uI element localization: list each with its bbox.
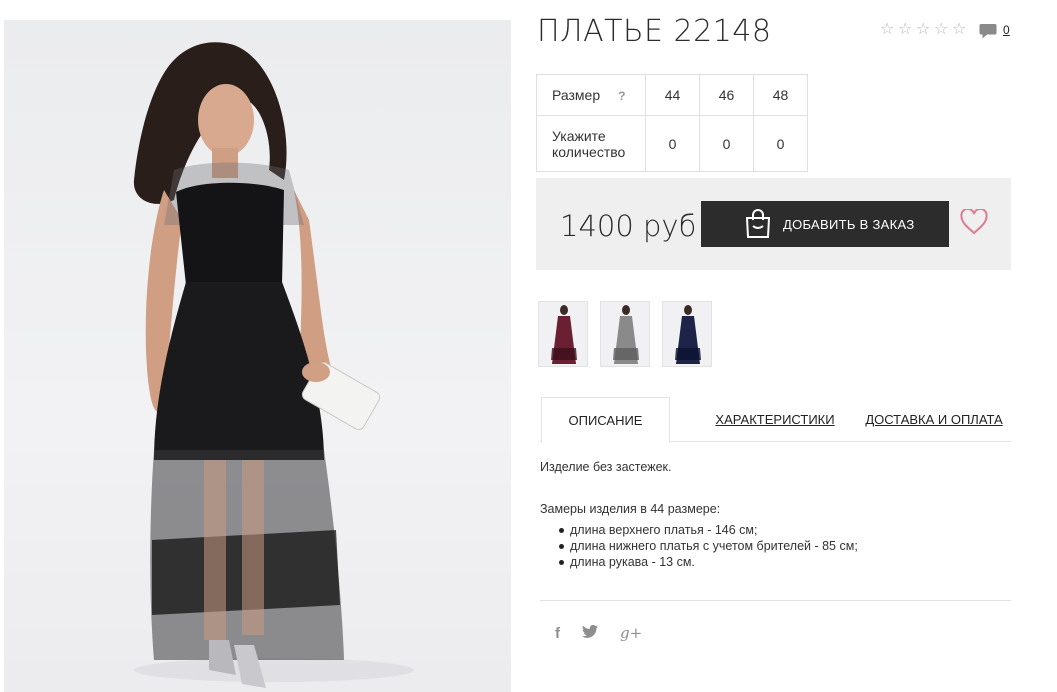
- product-title: ПЛАТЬЕ 22148: [537, 14, 772, 49]
- quantity-label-line1: Укажите: [552, 127, 606, 144]
- comments-link[interactable]: 0: [979, 23, 1010, 40]
- price-box: 1400 руб ДОБАВИТЬ В ЗАКАЗ: [536, 178, 1011, 270]
- facebook-icon[interactable]: f: [555, 625, 560, 642]
- price: 1400 руб: [560, 209, 697, 243]
- google-plus-icon[interactable]: g+: [620, 624, 642, 642]
- heart-icon[interactable]: [960, 209, 988, 235]
- measurements-list: длина верхнего платья - 146 см; длина ни…: [540, 522, 1010, 570]
- star-icon[interactable]: ☆: [934, 22, 950, 38]
- description-panel: Изделие без застежек. Замеры изделия в 4…: [540, 460, 1010, 570]
- twitter-icon[interactable]: [582, 624, 598, 642]
- add-to-order-button[interactable]: ДОБАВИТЬ В ЗАКАЗ: [701, 201, 949, 247]
- add-to-order-label: ДОБАВИТЬ В ЗАКАЗ: [783, 216, 915, 232]
- size-option[interactable]: 44: [645, 74, 700, 116]
- size-help-icon[interactable]: ?: [618, 89, 625, 103]
- quantity-input[interactable]: 0: [645, 115, 700, 172]
- star-icon[interactable]: ☆: [880, 22, 896, 38]
- size-quantity-table: Размер? 44 46 48 Укажите количество 0 0 …: [536, 74, 808, 172]
- list-item: длина рукава - 13 см.: [559, 554, 1010, 570]
- rating-stars[interactable]: ☆ ☆ ☆ ☆ ☆: [880, 22, 968, 38]
- social-share: f g+: [555, 624, 642, 642]
- quantity-label-line2: количество: [552, 143, 626, 160]
- size-label: Размер: [552, 86, 601, 103]
- description-text: Изделие без застежек.: [540, 460, 672, 474]
- measurements-title: Замеры изделия в 44 размере:: [540, 502, 721, 516]
- thumbnail-burgundy[interactable]: [538, 301, 588, 367]
- product-main-photo[interactable]: [4, 20, 511, 692]
- list-item: длина нижнего платья с учетом брителей -…: [559, 538, 1010, 554]
- model-illustration: [133, 42, 414, 688]
- comment-icon: [979, 24, 997, 39]
- star-icon[interactable]: ☆: [916, 22, 932, 38]
- tab-description[interactable]: ОПИСАНИЕ: [541, 397, 670, 443]
- divider: [540, 600, 1011, 601]
- size-label-cell: Размер?: [536, 74, 646, 116]
- star-icon[interactable]: ☆: [898, 22, 914, 38]
- shopping-bag-icon: [745, 209, 771, 238]
- product-tabs: ОПИСАНИЕ ХАРАКТЕРИСТИКИ ДОСТАВКА И ОПЛАТ…: [540, 397, 1011, 443]
- quantity-input[interactable]: 0: [699, 115, 754, 172]
- quantity-input[interactable]: 0: [753, 115, 808, 172]
- star-icon[interactable]: ☆: [952, 22, 968, 38]
- quantity-label-cell: Укажите количество: [536, 115, 646, 172]
- color-thumbnails: [538, 301, 712, 367]
- size-option[interactable]: 46: [699, 74, 754, 116]
- thumbnail-grey[interactable]: [600, 301, 650, 367]
- comments-count[interactable]: 0: [1003, 23, 1010, 37]
- size-option[interactable]: 48: [753, 74, 808, 116]
- thumbnail-navy[interactable]: [662, 301, 712, 367]
- tab-delivery-payment[interactable]: ДОСТАВКА И ОПЛАТА: [850, 397, 1018, 442]
- tab-characteristics[interactable]: ХАРАКТЕРИСТИКИ: [690, 397, 860, 442]
- list-item: длина верхнего платья - 146 см;: [559, 522, 1010, 538]
